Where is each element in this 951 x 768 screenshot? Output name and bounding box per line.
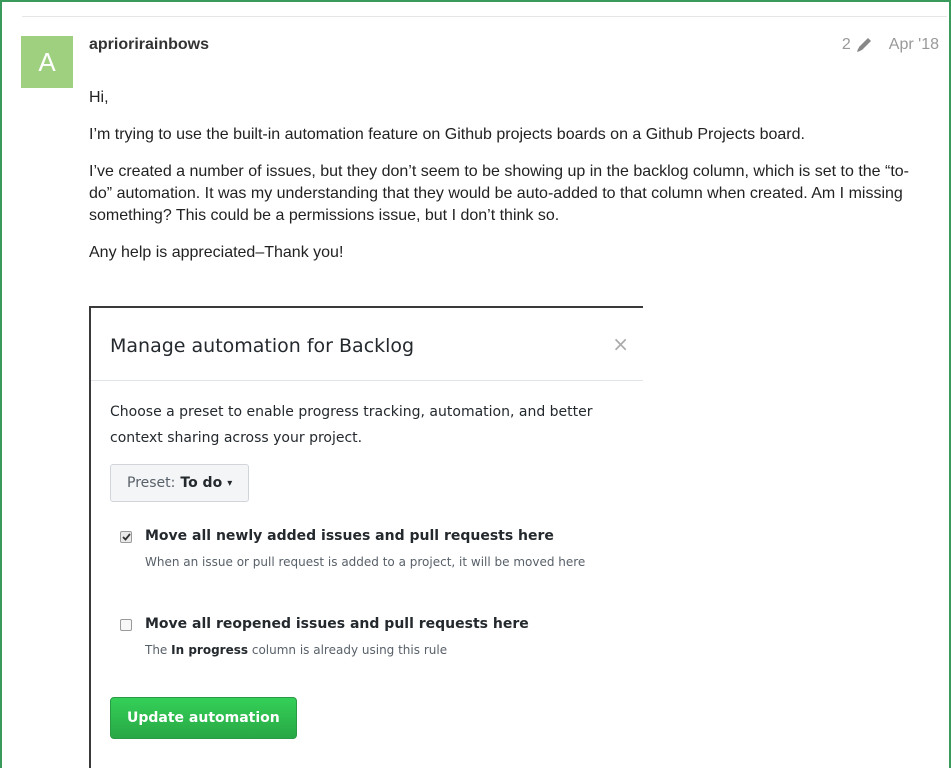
option-desc-prefix: The [145,643,168,657]
post-meta: 2 Apr '18 [842,36,939,54]
avatar-letter: A [38,46,56,77]
option-title: Move all newly added issues and pull req… [145,528,554,544]
modal-description: Choose a preset to enable progress track… [110,404,593,446]
preset-label: Preset: [127,475,176,491]
post-author[interactable]: apriorirainbows [89,36,209,54]
modal-title: Manage automation for Backlog [110,335,415,357]
divider [22,16,947,17]
close-icon[interactable]: × [612,332,629,356]
update-automation-button[interactable]: Update automation [110,697,297,739]
option-description: The In progress column is already using … [145,640,595,660]
post-paragraph: I’ve created a number of issues, but the… [89,163,909,224]
edit-count[interactable]: 2 [842,36,851,54]
post-body: Hi, I’m trying to use the built-in autom… [89,87,929,279]
post-paragraph: Hi, [89,89,109,106]
post-paragraph: Any help is appreciated–Thank you! [89,244,344,261]
option-desc-column: In progress [171,643,249,657]
option-desc-suffix: column is already using this rule [251,643,448,657]
checkbox-reopened-items[interactable] [120,619,132,631]
option-description: When an issue or pull request is added t… [145,555,586,569]
avatar[interactable]: A [21,36,73,88]
post-paragraph: I’m trying to use the built-in automatio… [89,126,805,143]
preset-dropdown[interactable]: Preset: To do ▾ [110,464,250,502]
modal-header: Manage automation for Backlog × [91,308,643,381]
checkbox-new-items[interactable] [120,531,132,543]
checkmark-icon [121,533,131,541]
post-date[interactable]: Apr '18 [889,36,939,54]
embedded-screenshot-modal: Manage automation for Backlog × Choose a… [89,306,643,768]
preset-value: To do [180,475,223,491]
caret-down-icon: ▾ [227,477,233,489]
pencil-icon[interactable] [855,36,875,54]
option-title: Move all reopened issues and pull reques… [145,616,529,632]
